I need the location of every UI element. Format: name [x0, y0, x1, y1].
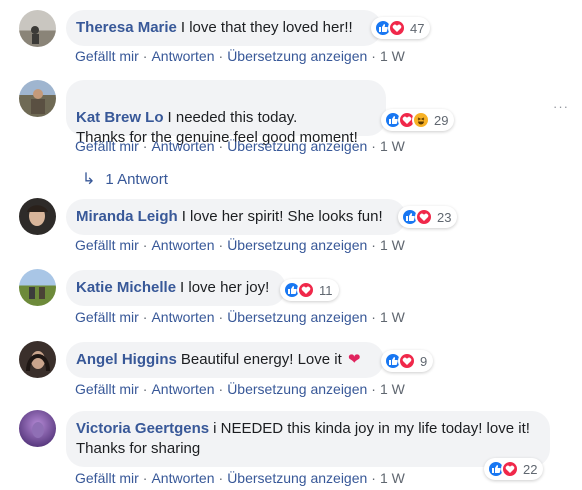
timestamp[interactable]: 1 W [380, 138, 405, 154]
avatar-photo [26, 351, 50, 372]
reply-arrow-icon: ↳ [82, 171, 96, 188]
avatar[interactable] [19, 10, 56, 47]
comment-author[interactable]: Angel Higgins [76, 351, 177, 368]
timestamp[interactable]: 1 W [380, 237, 405, 253]
avatar-photo [31, 89, 45, 114]
comment-author[interactable]: Victoria Geertgens [76, 420, 209, 437]
reaction-count: 47 [410, 20, 425, 36]
reply-link[interactable]: Antworten [151, 470, 214, 486]
translate-link[interactable]: Übersetzung anzeigen [227, 309, 367, 325]
comment-text: I love that they loved her!! [180, 19, 353, 36]
avatar[interactable] [19, 80, 56, 117]
avatar[interactable] [19, 198, 56, 235]
reaction-summary[interactable]: 47 [371, 17, 431, 39]
comment-bubble: Katie Michelle I love her joy! [66, 270, 286, 306]
more-options-icon[interactable]: ··· [553, 99, 569, 114]
comment-actions: Gefällt mir · Antworten · Übersetzung anzeig… [75, 48, 405, 64]
comment-text: I love her joy! [180, 279, 270, 296]
like-link[interactable]: Gefällt mir [75, 48, 139, 64]
comment-bubble: Angel Higgins Beautiful energy! Love it ❤ [66, 342, 384, 378]
reaction-count: 23 [437, 209, 452, 225]
comment-author[interactable]: Katie Michelle [76, 279, 176, 296]
reaction-summary[interactable]: 9 [381, 350, 434, 372]
translate-link[interactable]: Übersetzung anzeigen [227, 237, 367, 253]
comment-bubble: Victoria Geertgens i NEEDED this kinda jo… [66, 411, 550, 467]
love-reaction-icon [297, 281, 315, 299]
reaction-summary[interactable]: 29 [381, 109, 455, 131]
avatar-photo [29, 287, 45, 299]
translate-link[interactable]: Übersetzung anzeigen [227, 381, 367, 397]
haha-reaction-icon [412, 111, 430, 129]
reply-link[interactable]: Antworten [151, 309, 214, 325]
reply-link[interactable]: Antworten [151, 138, 214, 154]
translate-link[interactable]: Übersetzung anzeigen [227, 138, 367, 154]
reply-link[interactable]: Antworten [151, 48, 214, 64]
love-reaction-icon [501, 460, 519, 478]
like-link[interactable]: Gefällt mir [75, 381, 139, 397]
like-link[interactable]: Gefällt mir [75, 470, 139, 486]
translate-link[interactable]: Übersetzung anzeigen [227, 470, 367, 486]
timestamp[interactable]: 1 W [380, 470, 405, 486]
comment-text: Beautiful energy! Love it [180, 351, 342, 368]
comment-actions: Gefällt mir · Antworten · Übersetzung anzeig… [75, 470, 405, 486]
timestamp[interactable]: 1 W [380, 381, 405, 397]
reaction-count: 22 [523, 461, 538, 477]
reaction-summary[interactable]: 23 [398, 206, 458, 228]
timestamp[interactable]: 1 W [380, 48, 405, 64]
reaction-count: 29 [434, 112, 449, 128]
comment-author[interactable]: Kat Brew Lo [76, 109, 164, 126]
avatar-photo [31, 26, 39, 44]
comment-bubble: Kat Brew Lo I needed this today. Thanks f… [66, 80, 386, 146]
comment-actions: Gefällt mir · Antworten · Übersetzung anzeig… [75, 237, 405, 253]
like-link[interactable]: Gefällt mir [75, 309, 139, 325]
love-reaction-icon [388, 19, 406, 37]
comment-actions: Gefällt mir · Antworten · Übersetzung anzeig… [75, 381, 405, 397]
avatar[interactable] [19, 341, 56, 378]
comment-author[interactable]: Theresa Marie [76, 19, 177, 36]
replies-count: 1 Antwort [105, 171, 168, 188]
comment-bubble: Theresa Marie I love that they loved her!… [66, 10, 382, 46]
like-link[interactable]: Gefällt mir [75, 237, 139, 253]
reaction-summary[interactable]: 22 [484, 458, 544, 480]
reaction-count: 11 [319, 282, 333, 298]
avatar-photo [32, 422, 44, 438]
comment-actions: Gefällt mir · Antworten · Übersetzung anzeig… [75, 138, 405, 154]
avatar-photo [27, 205, 48, 226]
avatar[interactable] [19, 410, 56, 447]
comment-text: I love her spirit! She looks fun! [181, 208, 383, 225]
comment-bubble: Miranda Leigh I love her spirit! She look… [66, 199, 406, 235]
avatar[interactable] [19, 269, 56, 306]
reply-link[interactable]: Antworten [151, 381, 214, 397]
love-reaction-icon [415, 208, 433, 226]
reaction-count: 9 [420, 353, 428, 369]
translate-link[interactable]: Übersetzung anzeigen [227, 48, 367, 64]
timestamp[interactable]: 1 W [380, 309, 405, 325]
love-reaction-icon [398, 352, 416, 370]
reaction-summary[interactable]: 11 [280, 279, 339, 301]
comment-author[interactable]: Miranda Leigh [76, 208, 178, 225]
reply-link[interactable]: Antworten [151, 237, 214, 253]
like-link[interactable]: Gefällt mir [75, 138, 139, 154]
view-replies-link[interactable]: ↳ 1 Antwort [82, 170, 168, 190]
red-heart-emoji: ❤ [347, 351, 361, 368]
comment-actions: Gefällt mir · Antworten · Übersetzung anzeig… [75, 309, 405, 325]
